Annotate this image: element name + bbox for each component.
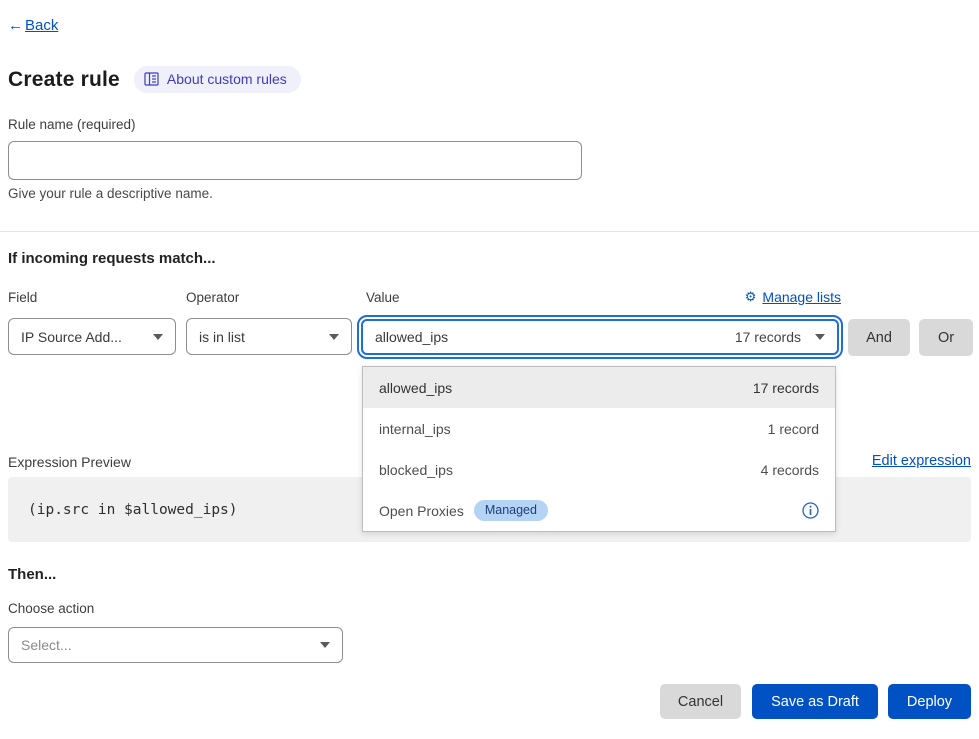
rule-name-label: Rule name (required)	[8, 117, 136, 132]
operator-select-value: is in list	[199, 329, 245, 345]
chevron-down-icon	[153, 334, 163, 340]
action-select-placeholder: Select...	[21, 637, 72, 653]
managed-badge: Managed	[474, 500, 548, 521]
expression-code: (ip.src in $allowed_ips)	[28, 502, 238, 518]
book-icon	[144, 72, 159, 86]
about-label: About custom rules	[167, 71, 287, 87]
value-records-count: 17 records	[735, 329, 801, 345]
field-label: Field	[8, 290, 37, 305]
list-item-name: internal_ips	[379, 421, 451, 437]
list-item-detail: 17 records	[753, 380, 819, 396]
save-as-draft-button[interactable]: Save as Draft	[752, 684, 878, 719]
edit-expression-link[interactable]: Edit expression	[872, 453, 971, 469]
operator-select[interactable]: is in list	[186, 318, 352, 355]
field-select[interactable]: IP Source Add...	[8, 318, 176, 355]
page-title: Create rule	[8, 68, 120, 92]
rule-name-input[interactable]	[8, 141, 582, 180]
list-item-allowed-ips[interactable]: allowed_ips 17 records	[363, 367, 835, 408]
title-row: Create rule About custom rules	[8, 66, 301, 93]
list-item-detail: 4 records	[761, 462, 819, 478]
about-custom-rules-link[interactable]: About custom rules	[134, 66, 301, 93]
operator-label: Operator	[186, 290, 239, 305]
then-section-heading: Then...	[8, 566, 56, 583]
value-select[interactable]: allowed_ips 17 records	[361, 319, 839, 355]
section-divider	[0, 231, 979, 232]
back-arrow-icon: ←	[8, 17, 23, 34]
value-label: Value	[366, 290, 400, 305]
and-button[interactable]: And	[848, 319, 910, 356]
chevron-down-icon	[815, 334, 825, 340]
manage-lists-label: Manage lists	[762, 289, 841, 305]
action-select[interactable]: Select...	[8, 627, 343, 663]
list-item-name: blocked_ips	[379, 462, 453, 478]
rule-name-helper: Give your rule a descriptive name.	[8, 186, 213, 201]
gear-icon: ⚙	[745, 289, 757, 305]
info-icon[interactable]	[802, 502, 819, 519]
chevron-down-icon	[320, 642, 330, 648]
or-button[interactable]: Or	[919, 319, 973, 356]
list-item-name: Open Proxies	[379, 503, 464, 519]
list-item-blocked-ips[interactable]: blocked_ips 4 records	[363, 449, 835, 490]
list-item-name: allowed_ips	[379, 380, 452, 396]
deploy-button[interactable]: Deploy	[888, 684, 971, 719]
value-select-value: allowed_ips	[375, 329, 448, 345]
choose-action-label: Choose action	[8, 601, 94, 616]
cancel-button[interactable]: Cancel	[660, 684, 741, 719]
expression-preview-label: Expression Preview	[8, 454, 131, 470]
create-rule-page: ←Back Create rule About custom rules Rul…	[0, 0, 979, 739]
manage-lists-link[interactable]: ⚙ Manage lists	[745, 289, 841, 305]
match-section-heading: If incoming requests match...	[8, 250, 216, 267]
back-link[interactable]: ←Back	[8, 17, 58, 34]
list-item-detail: 1 record	[768, 421, 819, 437]
chevron-down-icon	[329, 334, 339, 340]
value-dropdown-list: allowed_ips 17 records internal_ips 1 re…	[362, 366, 836, 532]
back-label: Back	[25, 17, 58, 34]
list-item-internal-ips[interactable]: internal_ips 1 record	[363, 408, 835, 449]
list-item-open-proxies[interactable]: Open Proxies Managed	[363, 490, 835, 531]
field-select-value: IP Source Add...	[21, 329, 122, 345]
